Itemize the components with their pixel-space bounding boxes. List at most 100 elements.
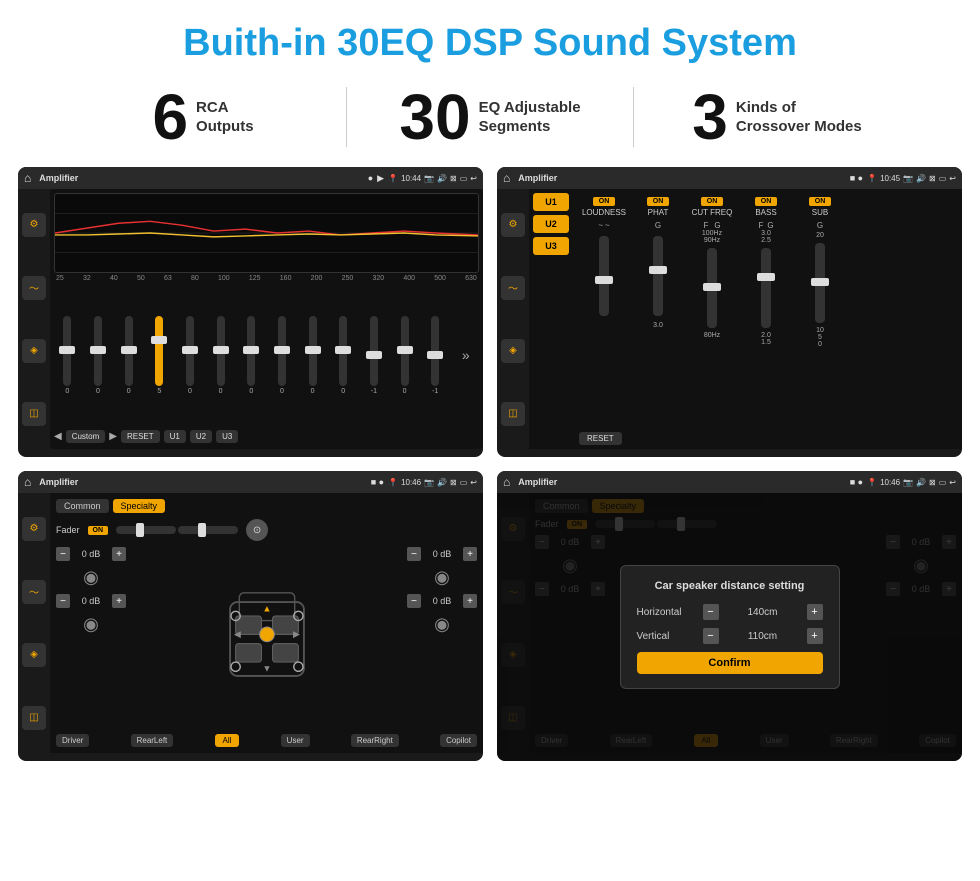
fader-back-icon[interactable]: ↩: [470, 478, 477, 487]
fader-h-track-2[interactable]: [178, 526, 238, 534]
xover-ch-phat: ON PHAT G 3.0: [633, 197, 683, 329]
fader-minus-4[interactable]: −: [407, 594, 421, 608]
tab-specialty[interactable]: Specialty: [113, 499, 166, 513]
stat-number-3: 3: [692, 85, 728, 149]
fader-rearright-btn[interactable]: RearRight: [351, 734, 399, 747]
eq-slider-6[interactable]: 0: [217, 305, 225, 405]
fader-plus-4[interactable]: +: [463, 594, 477, 608]
confirm-button[interactable]: Confirm: [637, 652, 823, 674]
fader-minus-1[interactable]: −: [56, 547, 70, 561]
xover-on-loudness[interactable]: ON: [593, 197, 616, 206]
eq-slider-3[interactable]: 0: [125, 305, 133, 405]
eq-slider-11[interactable]: -1: [370, 305, 378, 405]
xover-slider-loudness[interactable]: [599, 236, 609, 316]
fader-copilot-btn[interactable]: Copilot: [440, 734, 477, 747]
fader-db-1: 0 dB: [74, 549, 108, 559]
eq-sidebar: ⚙ 〜 ◈ ◫: [18, 189, 50, 449]
fader-sidebar-btn-3[interactable]: ◈: [22, 643, 46, 667]
xover-ch-bass: ON BASS FG 3.0 2.5 2.0 1.5: [741, 197, 791, 346]
dialog-horizontal-minus[interactable]: −: [703, 604, 719, 620]
fader-db-row-3: − 0 dB +: [407, 547, 477, 561]
fader-screen: ⌂ Amplifier ■ ● 📍 10:46 📷🔊⊠▭ ↩ ⚙ 〜 ◈ ◫ C…: [18, 471, 483, 761]
fader-on-btn[interactable]: ON: [88, 526, 109, 535]
xover-on-phat[interactable]: ON: [647, 197, 670, 206]
camera-icon: 📷: [424, 174, 434, 183]
xover-slider-cutfreq[interactable]: [707, 248, 717, 328]
eq-u2-btn[interactable]: U2: [190, 430, 212, 443]
fader-sidebar-btn-4[interactable]: ◫: [22, 706, 46, 730]
fader-plus-1[interactable]: +: [112, 547, 126, 561]
fader-all-btn[interactable]: All: [215, 734, 240, 747]
xover-back-icon[interactable]: ↩: [949, 174, 956, 183]
fader-settings-icon[interactable]: ⊙: [246, 519, 268, 541]
eq-slider-1[interactable]: 0: [63, 305, 71, 405]
fader-db-row-1: − 0 dB +: [56, 547, 126, 561]
eq-expand[interactable]: »: [462, 305, 470, 405]
svg-text:▶: ▶: [292, 629, 299, 639]
xover-home-icon[interactable]: ⌂: [503, 171, 510, 185]
fader-sidebar: ⚙ 〜 ◈ ◫: [18, 493, 50, 753]
xover-sidebar-btn-4[interactable]: ◫: [501, 402, 525, 426]
xover-on-bass[interactable]: ON: [755, 197, 778, 206]
eq-slider-4[interactable]: 5: [155, 305, 163, 405]
xover-preset-u2[interactable]: U2: [533, 215, 569, 233]
fader-sidebar-btn-2[interactable]: 〜: [22, 580, 46, 604]
fader-plus-3[interactable]: +: [463, 547, 477, 561]
xover-on-cutfreq[interactable]: ON: [701, 197, 724, 206]
eq-slider-8[interactable]: 0: [278, 305, 286, 405]
eq-sidebar-btn-3[interactable]: ◈: [22, 339, 46, 363]
dialog-home-icon[interactable]: ⌂: [503, 475, 510, 489]
fader-sidebar-btn-1[interactable]: ⚙: [22, 517, 46, 541]
eq-slider-2[interactable]: 0: [94, 305, 102, 405]
xover-sidebar: ⚙ 〜 ◈ ◫: [497, 189, 529, 449]
eq-slider-10[interactable]: 0: [339, 305, 347, 405]
dialog-horizontal-plus[interactable]: +: [807, 604, 823, 620]
eq-slider-7[interactable]: 0: [247, 305, 255, 405]
xover-label-phat: PHAT: [648, 208, 669, 217]
xover-sidebar-btn-3[interactable]: ◈: [501, 339, 525, 363]
fader-h-track-1[interactable]: [116, 526, 176, 534]
dialog-vertical-plus[interactable]: +: [807, 628, 823, 644]
fader-user-btn[interactable]: User: [281, 734, 310, 747]
eq-slider-12[interactable]: 0: [401, 305, 409, 405]
xover-slider-sub[interactable]: [815, 243, 825, 323]
svg-text:▼: ▼: [262, 663, 271, 673]
dialog-vertical-minus[interactable]: −: [703, 628, 719, 644]
eq-sidebar-btn-2[interactable]: 〜: [22, 276, 46, 300]
eq-custom-btn[interactable]: Custom: [66, 430, 106, 443]
xover-preset-u1[interactable]: U1: [533, 193, 569, 211]
dialog-back-icon[interactable]: ↩: [949, 478, 956, 487]
fader-driver-btn[interactable]: Driver: [56, 734, 89, 747]
fader-status-bar: ⌂ Amplifier ■ ● 📍 10:46 📷🔊⊠▭ ↩: [18, 471, 483, 493]
eq-reset-btn[interactable]: RESET: [121, 430, 160, 443]
eq-slider-5[interactable]: 0: [186, 305, 194, 405]
eq-sidebar-btn-4[interactable]: ◫: [22, 402, 46, 426]
eq-u3-btn[interactable]: U3: [216, 430, 238, 443]
eq-sidebar-btn-1[interactable]: ⚙: [22, 213, 46, 237]
fader-home-icon[interactable]: ⌂: [24, 475, 31, 489]
tab-common[interactable]: Common: [56, 499, 109, 513]
xover-slider-phat[interactable]: [653, 236, 663, 316]
xover-sidebar-btn-1[interactable]: ⚙: [501, 213, 525, 237]
fader-content: Common Specialty Fader ON ⊙ −: [50, 493, 483, 753]
xover-reset-btn[interactable]: RESET: [579, 432, 622, 445]
fader-minus-2[interactable]: −: [56, 594, 70, 608]
xover-label-cutfreq: CUT FREQ: [692, 208, 733, 217]
xover-on-sub[interactable]: ON: [809, 197, 832, 206]
eq-slider-13[interactable]: -1: [431, 305, 439, 405]
eq-next-icon[interactable]: ▶: [109, 431, 117, 442]
dialog-vertical-label: Vertical: [637, 631, 697, 642]
xover-preset-u3[interactable]: U3: [533, 237, 569, 255]
xover-ch-loudness: ON LOUDNESS ~~: [579, 197, 629, 320]
fader-rearleft-btn[interactable]: RearLeft: [131, 734, 174, 747]
eq-slider-9[interactable]: 0: [309, 305, 317, 405]
xover-slider-bass[interactable]: [761, 248, 771, 328]
home-icon[interactable]: ⌂: [24, 171, 31, 185]
eq-prev-icon[interactable]: ◀: [54, 431, 62, 442]
eq-u1-btn[interactable]: U1: [164, 430, 186, 443]
fader-plus-2[interactable]: +: [112, 594, 126, 608]
back-icon[interactable]: ↩: [470, 174, 477, 183]
dialog-vertical-val: 110cm: [725, 631, 801, 642]
xover-sidebar-btn-2[interactable]: 〜: [501, 276, 525, 300]
fader-minus-3[interactable]: −: [407, 547, 421, 561]
